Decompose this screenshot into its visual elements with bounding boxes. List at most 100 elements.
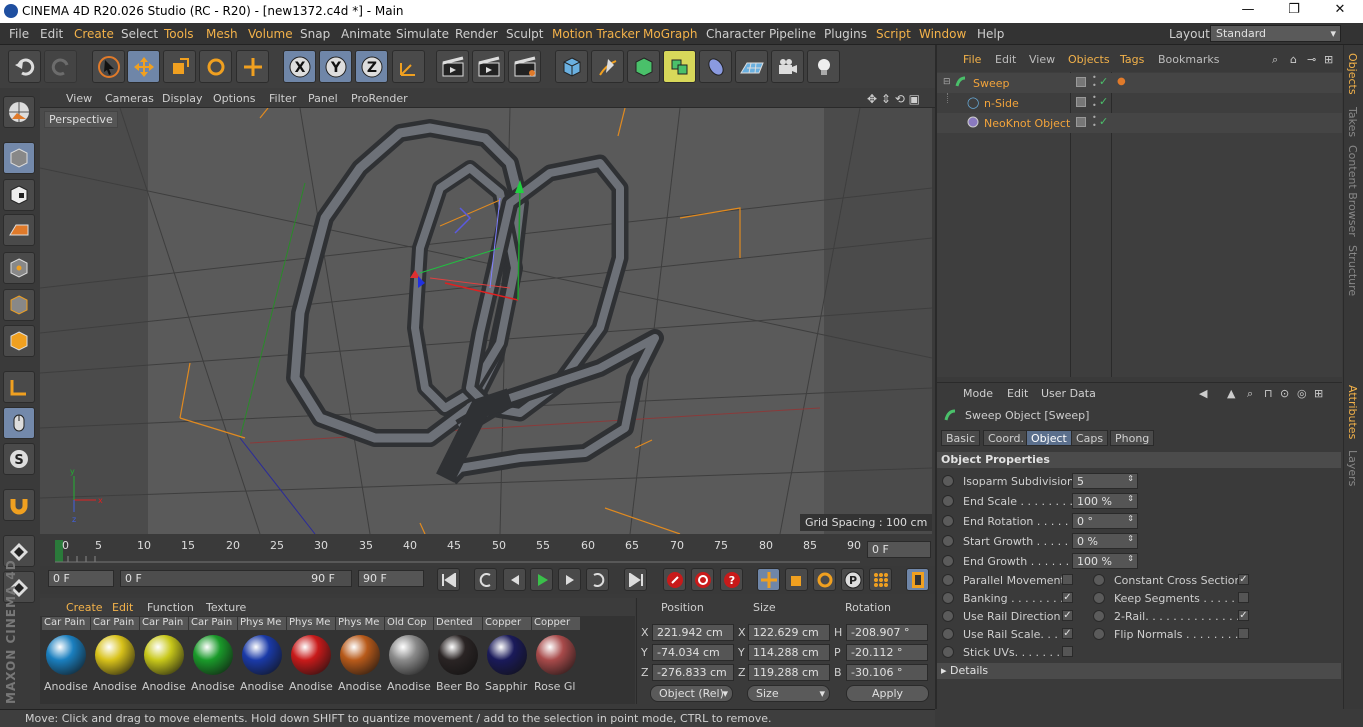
layer-icon[interactable] <box>1076 97 1086 107</box>
two-rail-checkbox[interactable]: ✓ <box>1238 610 1249 621</box>
constant-cross-section-checkbox[interactable]: ✓ <box>1238 574 1249 585</box>
keep-segments-checkbox[interactable] <box>1238 592 1249 603</box>
viewport-menu-options[interactable]: Options <box>213 92 255 105</box>
use-rail-direction-checkbox[interactable]: ✓ <box>1062 610 1073 621</box>
cube-button[interactable] <box>555 50 588 83</box>
viewport-menu-prorender[interactable]: ProRender <box>351 92 408 105</box>
timeline[interactable]: 0 5 10 15 20 25 30 35 40 45 50 55 60 65 … <box>40 534 935 566</box>
new-window-icon[interactable]: ⊞ <box>1324 53 1333 66</box>
scale-tool-button[interactable] <box>163 50 196 83</box>
position-y-field[interactable]: -74.034 cm <box>652 644 734 661</box>
history-icon[interactable]: ⊙ <box>1280 387 1289 400</box>
menu-simulate[interactable]: Simulate <box>396 27 449 41</box>
material-swatch[interactable]: Car Pain Anodise <box>140 617 188 697</box>
viewport-menu-display[interactable]: Display <box>162 92 203 105</box>
menu-snap[interactable]: Snap <box>300 27 330 41</box>
enabled-check-icon[interactable]: ✓ <box>1099 115 1108 128</box>
material-swatch[interactable]: Car Pain Anodise <box>189 617 237 697</box>
animate-radio[interactable] <box>1093 574 1105 586</box>
menu-mesh[interactable]: Mesh <box>206 27 238 41</box>
z-axis-button[interactable]: Z <box>355 50 388 83</box>
animate-radio[interactable] <box>942 646 954 658</box>
parallel-movement-checkbox[interactable] <box>1062 574 1073 585</box>
model-mode-button[interactable] <box>3 142 35 174</box>
close-button[interactable]: ✕ <box>1317 2 1363 22</box>
animate-radio[interactable] <box>942 495 954 507</box>
link-icon[interactable]: ⊸ <box>1307 53 1316 66</box>
go-to-end-button[interactable] <box>624 568 647 591</box>
current-frame-field[interactable]: 0 F <box>48 570 114 587</box>
material-swatch[interactable]: Car Pain Anodise <box>42 617 90 697</box>
animate-radio[interactable] <box>942 515 954 527</box>
key-position-button[interactable] <box>757 568 780 591</box>
animate-radio[interactable] <box>1093 610 1105 622</box>
new-window-icon[interactable]: ⊞ <box>1314 387 1323 400</box>
attr-menu-user-data[interactable]: User Data <box>1041 387 1096 400</box>
viewport-menu-view[interactable]: View <box>66 92 92 105</box>
menu-animate[interactable]: Animate <box>341 27 391 41</box>
redo-button[interactable] <box>44 50 77 83</box>
attr-menu-edit[interactable]: Edit <box>1007 387 1028 400</box>
start-growth-field[interactable]: 0 % ⇕ <box>1072 533 1138 549</box>
visibility-dots-icon[interactable]: • • <box>1092 74 1097 90</box>
tab-layers[interactable]: Layers <box>1346 450 1359 486</box>
tab-content-browser[interactable]: Content Browser <box>1346 145 1359 237</box>
section-details[interactable]: ▸ Details <box>937 663 1341 679</box>
enabled-check-icon[interactable]: ✓ <box>1099 75 1108 88</box>
axis-mode-button[interactable] <box>3 371 35 403</box>
record-active-button[interactable] <box>663 568 686 591</box>
workplane-mode-button[interactable] <box>3 214 35 246</box>
key-pla-button[interactable] <box>869 568 892 591</box>
menu-help[interactable]: Help <box>977 27 1004 41</box>
flip-normals-checkbox[interactable] <box>1238 628 1249 639</box>
up-arrow-icon[interactable]: ▲ <box>1227 387 1235 400</box>
tab-objects[interactable]: Objects <box>1346 53 1359 95</box>
light-button[interactable] <box>807 50 840 83</box>
max-frame-field[interactable]: 90 F <box>358 570 424 587</box>
menu-tools[interactable]: Tools <box>164 27 194 41</box>
objects-menu-tags[interactable]: Tags <box>1120 53 1144 66</box>
lock-icon[interactable]: ⊓ <box>1264 387 1273 400</box>
points-mode-button[interactable] <box>3 252 35 284</box>
material-swatch[interactable]: Dented Beer Bo <box>434 617 482 697</box>
end-scale-field[interactable]: 100 % ⇕ <box>1072 493 1138 509</box>
deformer-button[interactable] <box>699 50 732 83</box>
minimize-button[interactable]: — <box>1225 2 1271 22</box>
timeline-window-button[interactable] <box>906 568 929 591</box>
viewport-navigate-icons[interactable]: ✥ ⇕ ⟲ ▣ <box>867 92 920 106</box>
banking-checkbox[interactable]: ✓ <box>1062 592 1073 603</box>
apply-button[interactable]: Apply <box>846 685 929 702</box>
rotation-p-field[interactable]: -20.112 ° <box>846 644 928 661</box>
phong-tag-icon[interactable]: ● <box>1117 76 1126 87</box>
solo-button[interactable]: S <box>3 443 35 475</box>
rotation-h-field[interactable]: -208.907 ° <box>846 624 928 641</box>
menu-file[interactable]: File <box>9 27 29 41</box>
menu-plugins[interactable]: Plugins <box>824 27 867 41</box>
object-row-nside[interactable]: ◯ n-Side • • ✓ <box>937 93 1342 113</box>
tab-attributes[interactable]: Attributes <box>1346 385 1359 439</box>
menu-select[interactable]: Select <box>121 27 158 41</box>
search-icon[interactable]: ⌕ <box>1247 387 1253 401</box>
stepper-icon[interactable]: ⇕ <box>1127 554 1134 563</box>
x-axis-button[interactable]: X <box>283 50 316 83</box>
edges-mode-button[interactable] <box>3 289 35 321</box>
position-z-field[interactable]: -276.833 cm <box>652 664 734 681</box>
move-tool-button[interactable] <box>127 50 160 83</box>
collapse-icon[interactable]: ⊟ <box>943 77 951 87</box>
material-menu-create[interactable]: Create <box>66 601 103 614</box>
tab-caps[interactable]: Caps <box>1071 430 1109 446</box>
menu-pipeline[interactable]: Pipeline <box>769 27 816 41</box>
floor-button[interactable] <box>735 50 768 83</box>
objects-menu-objects[interactable]: Objects <box>1068 53 1110 66</box>
next-key-button[interactable] <box>586 568 609 591</box>
stepper-icon[interactable]: ⇕ <box>1127 474 1134 483</box>
menu-character[interactable]: Character <box>706 27 765 41</box>
tab-coord[interactable]: Coord. <box>983 430 1029 446</box>
menu-render[interactable]: Render <box>455 27 498 41</box>
rotation-b-field[interactable]: -30.106 ° <box>846 664 928 681</box>
render-picture-viewer-button[interactable] <box>472 50 505 83</box>
position-x-field[interactable]: 221.942 cm <box>652 624 734 641</box>
stick-uvs-checkbox[interactable] <box>1062 646 1073 657</box>
viewport-menu-filter[interactable]: Filter <box>269 92 296 105</box>
menu-motion-tracker[interactable]: Motion Tracker <box>552 27 640 41</box>
